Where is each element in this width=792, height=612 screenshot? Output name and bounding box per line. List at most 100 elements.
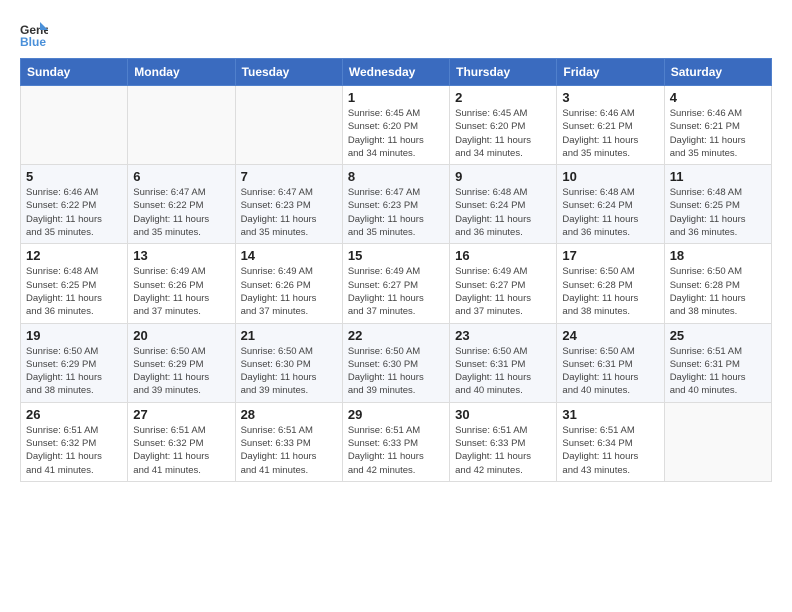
day-info: Sunrise: 6:51 AMSunset: 6:32 PMDaylight:… bbox=[133, 424, 229, 477]
logo: General Blue bbox=[20, 20, 52, 48]
day-info: Sunrise: 6:48 AMSunset: 6:24 PMDaylight:… bbox=[455, 186, 551, 239]
day-info: Sunrise: 6:50 AMSunset: 6:29 PMDaylight:… bbox=[26, 345, 122, 398]
day-info: Sunrise: 6:47 AMSunset: 6:22 PMDaylight:… bbox=[133, 186, 229, 239]
calendar-cell: 26 Sunrise: 6:51 AMSunset: 6:32 PMDayligh… bbox=[21, 402, 128, 481]
day-header-monday: Monday bbox=[128, 59, 235, 86]
calendar-cell: 27 Sunrise: 6:51 AMSunset: 6:32 PMDayligh… bbox=[128, 402, 235, 481]
day-info: Sunrise: 6:50 AMSunset: 6:31 PMDaylight:… bbox=[562, 345, 658, 398]
day-number: 11 bbox=[670, 169, 766, 184]
day-number: 18 bbox=[670, 248, 766, 263]
day-info: Sunrise: 6:49 AMSunset: 6:26 PMDaylight:… bbox=[133, 265, 229, 318]
day-number: 2 bbox=[455, 90, 551, 105]
day-info: Sunrise: 6:50 AMSunset: 6:28 PMDaylight:… bbox=[670, 265, 766, 318]
day-number: 10 bbox=[562, 169, 658, 184]
calendar-cell: 17Sunrise: 6:50 AMSunset: 6:28 PMDayligh… bbox=[557, 244, 664, 323]
calendar-cell: 24 Sunrise: 6:50 AMSunset: 6:31 PMDayligh… bbox=[557, 323, 664, 402]
day-number: 23 bbox=[455, 328, 551, 343]
calendar-cell: 19 Sunrise: 6:50 AMSunset: 6:29 PMDayligh… bbox=[21, 323, 128, 402]
calendar-cell: 14 Sunrise: 6:49 AMSunset: 6:26 PMDayligh… bbox=[235, 244, 342, 323]
calendar-table: SundayMondayTuesdayWednesdayThursdayFrid… bbox=[20, 58, 772, 482]
day-number: 5 bbox=[26, 169, 122, 184]
day-number: 12 bbox=[26, 248, 122, 263]
day-number: 26 bbox=[26, 407, 122, 422]
day-number: 9 bbox=[455, 169, 551, 184]
calendar-header-row: SundayMondayTuesdayWednesdayThursdayFrid… bbox=[21, 59, 772, 86]
day-info: Sunrise: 6:51 AMSunset: 6:34 PMDaylight:… bbox=[562, 424, 658, 477]
calendar-week-row: 1 Sunrise: 6:45 AMSunset: 6:20 PMDaylight… bbox=[21, 86, 772, 165]
calendar-cell: 23 Sunrise: 6:50 AMSunset: 6:31 PMDayligh… bbox=[450, 323, 557, 402]
day-number: 25 bbox=[670, 328, 766, 343]
day-info: Sunrise: 6:51 AMSunset: 6:33 PMDaylight:… bbox=[348, 424, 444, 477]
calendar-cell: 29 Sunrise: 6:51 AMSunset: 6:33 PMDayligh… bbox=[342, 402, 449, 481]
calendar-cell bbox=[21, 86, 128, 165]
day-info: Sunrise: 6:50 AMSunset: 6:30 PMDaylight:… bbox=[241, 345, 337, 398]
day-number: 30 bbox=[455, 407, 551, 422]
calendar-cell: 4 Sunrise: 6:46 AMSunset: 6:21 PMDaylight… bbox=[664, 86, 771, 165]
day-number: 16 bbox=[455, 248, 551, 263]
calendar-cell: 20Sunrise: 6:50 AMSunset: 6:29 PMDayligh… bbox=[128, 323, 235, 402]
day-info: Sunrise: 6:49 AMSunset: 6:27 PMDaylight:… bbox=[455, 265, 551, 318]
day-header-tuesday: Tuesday bbox=[235, 59, 342, 86]
calendar-week-row: 5 Sunrise: 6:46 AMSunset: 6:22 PMDaylight… bbox=[21, 165, 772, 244]
calendar-cell: 9 Sunrise: 6:48 AMSunset: 6:24 PMDaylight… bbox=[450, 165, 557, 244]
day-header-thursday: Thursday bbox=[450, 59, 557, 86]
day-number: 21 bbox=[241, 328, 337, 343]
calendar-cell: 6 Sunrise: 6:47 AMSunset: 6:22 PMDaylight… bbox=[128, 165, 235, 244]
calendar-cell: 15Sunrise: 6:49 AMSunset: 6:27 PMDayligh… bbox=[342, 244, 449, 323]
day-number: 27 bbox=[133, 407, 229, 422]
day-info: Sunrise: 6:46 AMSunset: 6:22 PMDaylight:… bbox=[26, 186, 122, 239]
day-number: 15 bbox=[348, 248, 444, 263]
day-number: 13 bbox=[133, 248, 229, 263]
calendar-cell: 12 Sunrise: 6:48 AMSunset: 6:25 PMDayligh… bbox=[21, 244, 128, 323]
day-info: Sunrise: 6:47 AMSunset: 6:23 PMDaylight:… bbox=[241, 186, 337, 239]
calendar-cell: 2 Sunrise: 6:45 AMSunset: 6:20 PMDaylight… bbox=[450, 86, 557, 165]
day-info: Sunrise: 6:46 AMSunset: 6:21 PMDaylight:… bbox=[670, 107, 766, 160]
day-info: Sunrise: 6:47 AMSunset: 6:23 PMDaylight:… bbox=[348, 186, 444, 239]
calendar-cell bbox=[235, 86, 342, 165]
day-number: 24 bbox=[562, 328, 658, 343]
svg-text:Blue: Blue bbox=[20, 35, 46, 48]
day-info: Sunrise: 6:49 AMSunset: 6:26 PMDaylight:… bbox=[241, 265, 337, 318]
day-number: 19 bbox=[26, 328, 122, 343]
day-number: 28 bbox=[241, 407, 337, 422]
day-info: Sunrise: 6:50 AMSunset: 6:29 PMDaylight:… bbox=[133, 345, 229, 398]
calendar-cell: 18 Sunrise: 6:50 AMSunset: 6:28 PMDayligh… bbox=[664, 244, 771, 323]
day-info: Sunrise: 6:48 AMSunset: 6:25 PMDaylight:… bbox=[670, 186, 766, 239]
day-number: 8 bbox=[348, 169, 444, 184]
day-header-wednesday: Wednesday bbox=[342, 59, 449, 86]
day-info: Sunrise: 6:51 AMSunset: 6:33 PMDaylight:… bbox=[455, 424, 551, 477]
calendar-cell: 28 Sunrise: 6:51 AMSunset: 6:33 PMDayligh… bbox=[235, 402, 342, 481]
calendar-cell bbox=[664, 402, 771, 481]
day-header-friday: Friday bbox=[557, 59, 664, 86]
day-number: 31 bbox=[562, 407, 658, 422]
day-info: Sunrise: 6:51 AMSunset: 6:33 PMDaylight:… bbox=[241, 424, 337, 477]
day-info: Sunrise: 6:48 AMSunset: 6:25 PMDaylight:… bbox=[26, 265, 122, 318]
day-info: Sunrise: 6:50 AMSunset: 6:30 PMDaylight:… bbox=[348, 345, 444, 398]
calendar-cell: 10 Sunrise: 6:48 AMSunset: 6:24 PMDayligh… bbox=[557, 165, 664, 244]
page-header: General Blue bbox=[20, 20, 772, 48]
day-header-sunday: Sunday bbox=[21, 59, 128, 86]
day-number: 14 bbox=[241, 248, 337, 263]
day-header-saturday: Saturday bbox=[664, 59, 771, 86]
day-info: Sunrise: 6:51 AMSunset: 6:32 PMDaylight:… bbox=[26, 424, 122, 477]
day-info: Sunrise: 6:50 AMSunset: 6:31 PMDaylight:… bbox=[455, 345, 551, 398]
day-number: 29 bbox=[348, 407, 444, 422]
calendar-cell bbox=[128, 86, 235, 165]
calendar-cell: 3Sunrise: 6:46 AMSunset: 6:21 PMDaylight… bbox=[557, 86, 664, 165]
calendar-cell: 1Sunrise: 6:45 AMSunset: 6:20 PMDaylight… bbox=[342, 86, 449, 165]
day-number: 6 bbox=[133, 169, 229, 184]
day-info: Sunrise: 6:45 AMSunset: 6:20 PMDaylight:… bbox=[455, 107, 551, 160]
calendar-week-row: 26 Sunrise: 6:51 AMSunset: 6:32 PMDayligh… bbox=[21, 402, 772, 481]
calendar-cell: 8 Sunrise: 6:47 AMSunset: 6:23 PMDaylight… bbox=[342, 165, 449, 244]
calendar-cell: 11 Sunrise: 6:48 AMSunset: 6:25 PMDayligh… bbox=[664, 165, 771, 244]
calendar-cell: 25Sunrise: 6:51 AMSunset: 6:31 PMDayligh… bbox=[664, 323, 771, 402]
day-number: 1 bbox=[348, 90, 444, 105]
calendar-cell: 13 Sunrise: 6:49 AMSunset: 6:26 PMDayligh… bbox=[128, 244, 235, 323]
calendar-cell: 16 Sunrise: 6:49 AMSunset: 6:27 PMDayligh… bbox=[450, 244, 557, 323]
day-number: 17 bbox=[562, 248, 658, 263]
day-info: Sunrise: 6:48 AMSunset: 6:24 PMDaylight:… bbox=[562, 186, 658, 239]
calendar-week-row: 12 Sunrise: 6:48 AMSunset: 6:25 PMDayligh… bbox=[21, 244, 772, 323]
day-number: 22 bbox=[348, 328, 444, 343]
calendar-cell: 31 Sunrise: 6:51 AMSunset: 6:34 PMDayligh… bbox=[557, 402, 664, 481]
day-number: 4 bbox=[670, 90, 766, 105]
